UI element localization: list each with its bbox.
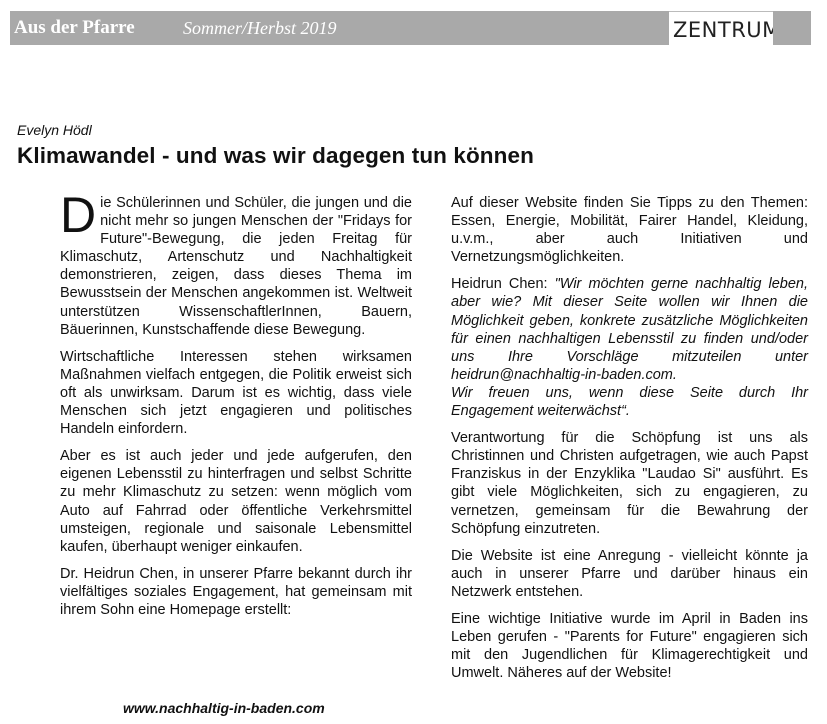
article-author: Evelyn Hödl xyxy=(17,122,92,138)
paragraph-4: Dr. Heidrun Chen, in unserer Pfarre beka… xyxy=(60,565,412,618)
paragraph-5: Auf dieser Website finden Sie Tipps zu d… xyxy=(451,195,808,266)
paragraph-2: Wirtschaftliche Interessen stehen wirksa… xyxy=(60,348,412,438)
paragraph-1-text: ie Schülerinnen und Schüler, die jungen … xyxy=(60,195,412,338)
brand-text: ZENTRUM xyxy=(673,18,781,42)
paragraph-9: Eine wichtige Initiative wurde im April … xyxy=(451,610,808,682)
paragraph-6: Heidrun Chen: "Wir möchten gerne nachhal… xyxy=(451,275,808,420)
paragraph-1: Die Schülerinnen und Schüler, die jungen… xyxy=(60,187,412,339)
column-left: Die Schülerinnen und Schüler, die jungen… xyxy=(60,187,412,628)
quote-text-2: Wir freuen uns, wenn diese Seite durch I… xyxy=(451,384,808,420)
issue-season: Sommer/Herbst 2019 xyxy=(183,18,337,38)
brand-logo: ZENTRUM xyxy=(669,11,780,45)
header-corner-box xyxy=(773,11,811,45)
column-right: Auf dieser Website finden Sie Tipps zu d… xyxy=(451,194,808,691)
paragraph-8: Die Website ist eine Anregung - vielleic… xyxy=(451,547,808,600)
quote-lead: Heidrun Chen: xyxy=(451,276,555,293)
drop-cap: D xyxy=(60,187,97,243)
section-title: Aus der Pfarre xyxy=(14,17,135,38)
paragraph-3: Aber es ist auch jeder und jede aufgeruf… xyxy=(60,448,412,555)
article-title: Klimawandel - und was wir dagegen tun kö… xyxy=(17,143,534,168)
website-link[interactable]: www.nachhaltig-in-baden.com xyxy=(123,700,325,716)
paragraph-7: Verantwortung für die Schöpfung ist uns … xyxy=(451,430,808,537)
